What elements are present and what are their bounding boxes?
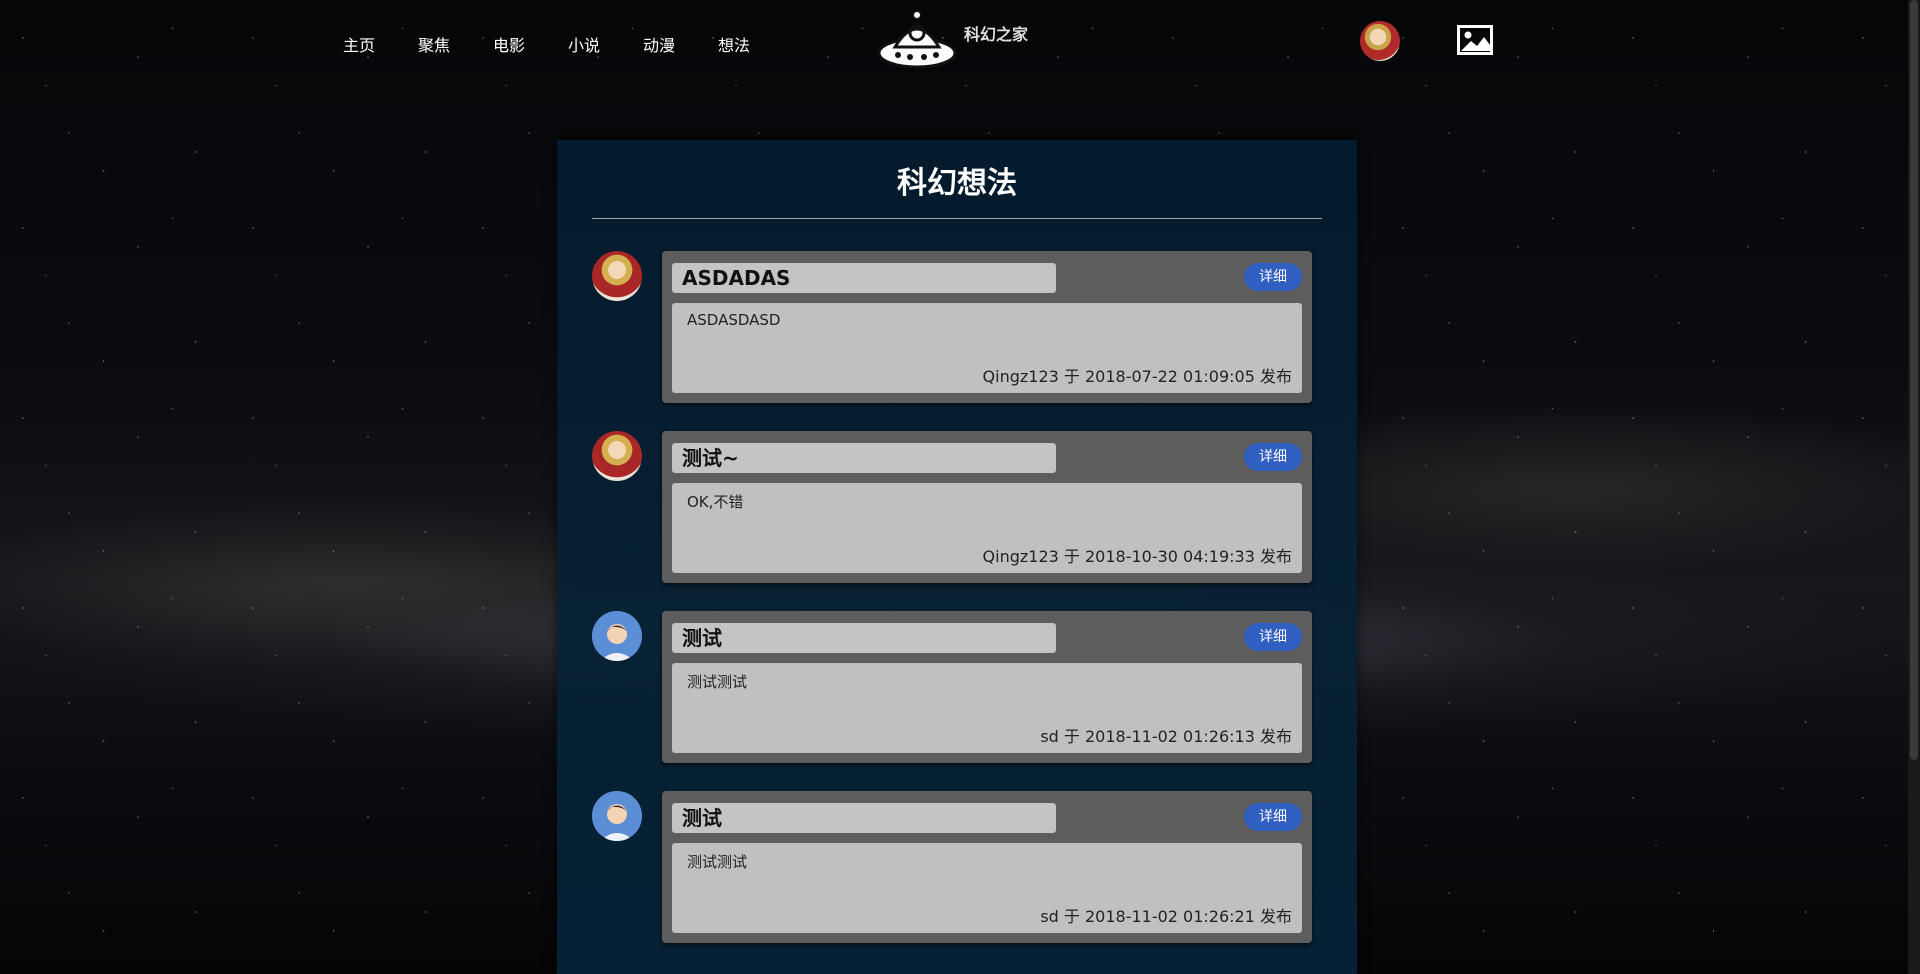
- post-card: 测试 详细 测试测试 sd 于 2018-11-02 01:26:21 发布: [662, 791, 1312, 943]
- ufo-logo-icon: [877, 10, 957, 69]
- nav-link-ideas[interactable]: 想法: [718, 32, 793, 56]
- nav-link-home[interactable]: 主页: [343, 32, 418, 56]
- nav-links: 主页 聚焦 电影 小说 动漫 想法: [343, 32, 793, 56]
- nav-link-movies[interactable]: 电影: [493, 32, 568, 56]
- post-item: 测试 详细 测试测试 sd 于 2018-11-02 01:26:13 发布: [592, 611, 1312, 763]
- ideas-panel: 科幻想法 ASDADAS 详细 ASDASDASD Qingz123 于 201…: [557, 140, 1357, 974]
- post-content: 测试测试: [687, 673, 748, 691]
- page-title: 科幻想法: [897, 166, 1017, 201]
- post-card: 测试 详细 测试测试 sd 于 2018-11-02 01:26:13 发布: [662, 611, 1312, 763]
- scrollbar[interactable]: [1908, 0, 1920, 974]
- title-divider: [592, 218, 1322, 219]
- post-body: ASDASDASD Qingz123 于 2018-07-22 01:09:05…: [672, 303, 1302, 393]
- top-navigation: 主页 聚焦 电影 小说 动漫 想法 科幻之家: [0, 0, 1920, 86]
- nav-link-focus[interactable]: 聚焦: [418, 32, 493, 56]
- detail-button[interactable]: 详细: [1244, 443, 1302, 471]
- boy-avatar-icon: [592, 611, 642, 661]
- post-author-avatar[interactable]: [592, 791, 642, 841]
- post-card: 测试~ 详细 OK,不错 Qingz123 于 2018-10-30 04:19…: [662, 431, 1312, 583]
- nav-link-novels[interactable]: 小说: [568, 32, 643, 56]
- post-item: ASDADAS 详细 ASDASDASD Qingz123 于 2018-07-…: [592, 251, 1312, 403]
- post-card: ASDADAS 详细 ASDASDASD Qingz123 于 2018-07-…: [662, 251, 1312, 403]
- post-item: 测试 详细 测试测试 sd 于 2018-11-02 01:26:21 发布: [592, 791, 1312, 943]
- post-meta: Qingz123 于 2018-07-22 01:09:05 发布: [982, 367, 1292, 386]
- post-body: 测试测试 sd 于 2018-11-02 01:26:21 发布: [672, 843, 1302, 933]
- post-title: 测试: [672, 803, 1056, 833]
- logo-text: 科幻之家: [964, 25, 1029, 44]
- post-meta: sd 于 2018-11-02 01:26:13 发布: [1040, 727, 1292, 746]
- detail-button[interactable]: 详细: [1244, 623, 1302, 651]
- post-content: 测试测试: [687, 853, 748, 871]
- boy-avatar-icon: [592, 791, 642, 841]
- post-body: OK,不错 Qingz123 于 2018-10-30 04:19:33 发布: [672, 483, 1302, 573]
- post-title: ASDADAS: [672, 263, 1056, 293]
- post-author-avatar[interactable]: [592, 251, 642, 301]
- image-icon[interactable]: [1457, 25, 1493, 55]
- post-author-avatar[interactable]: [592, 431, 642, 481]
- post-meta: Qingz123 于 2018-10-30 04:19:33 发布: [982, 547, 1292, 566]
- post-title: 测试: [672, 623, 1056, 653]
- post-title: 测试~: [672, 443, 1056, 473]
- site-logo[interactable]: 科幻之家: [876, 8, 1036, 74]
- detail-button[interactable]: 详细: [1244, 803, 1302, 831]
- current-user-avatar[interactable]: [1360, 21, 1400, 61]
- post-content: OK,不错: [687, 493, 744, 511]
- post-content: ASDASDASD: [687, 311, 781, 329]
- post-body: 测试测试 sd 于 2018-11-02 01:26:13 发布: [672, 663, 1302, 753]
- scrollbar-thumb[interactable]: [1910, 0, 1918, 760]
- detail-button[interactable]: 详细: [1244, 263, 1302, 291]
- nav-link-anime[interactable]: 动漫: [643, 32, 718, 56]
- post-author-avatar[interactable]: [592, 611, 642, 661]
- post-meta: sd 于 2018-11-02 01:26:21 发布: [1040, 907, 1292, 926]
- post-item: 测试~ 详细 OK,不错 Qingz123 于 2018-10-30 04:19…: [592, 431, 1312, 583]
